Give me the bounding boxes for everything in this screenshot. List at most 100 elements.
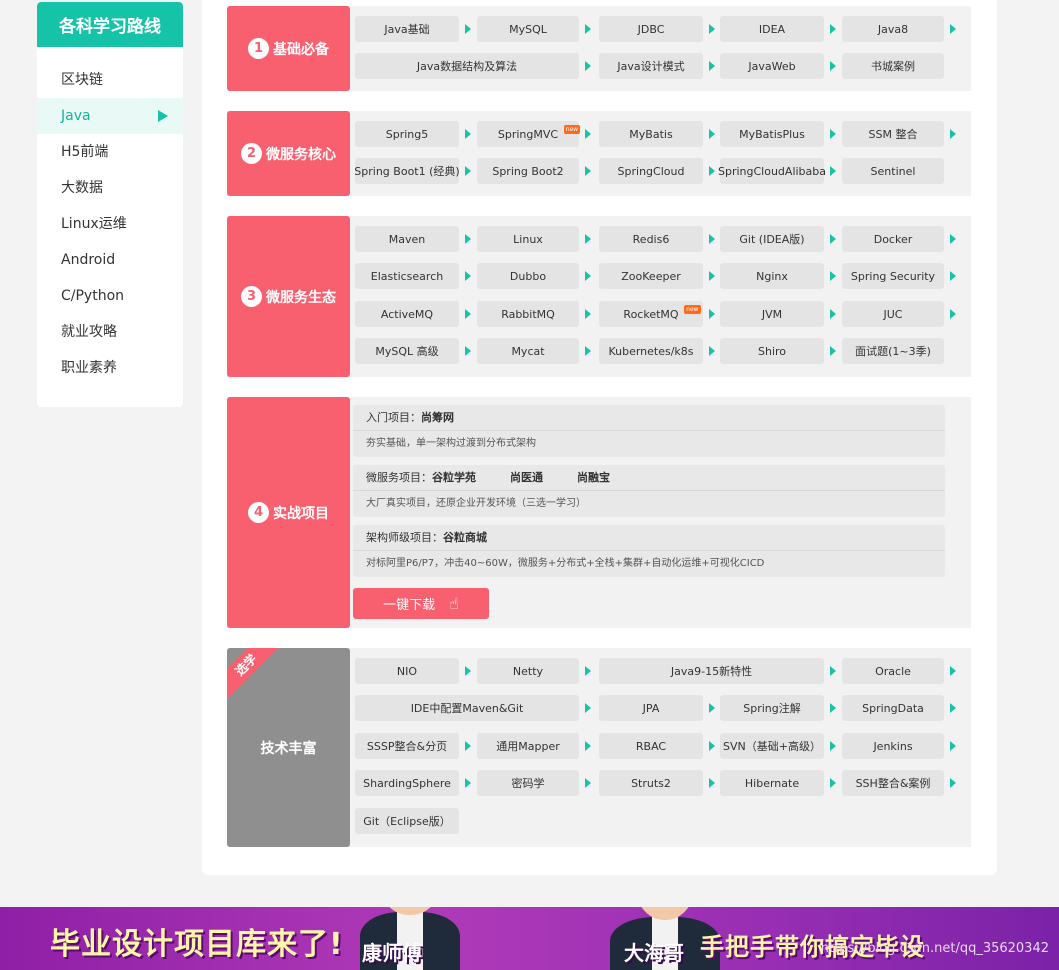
course-chip[interactable]: RocketMQ new	[599, 301, 703, 327]
chip-label: Git（Eclipse版）	[363, 815, 451, 828]
chip-label: SVN（基础+高级）	[723, 740, 821, 753]
course-chip[interactable]: Dubbo	[477, 263, 579, 289]
next-arrow-icon	[950, 129, 956, 139]
course-chip[interactable]: Sentinel	[842, 158, 944, 184]
course-chip[interactable]: Spring Boot2	[477, 158, 579, 184]
course-chip[interactable]: JDBC	[599, 16, 703, 42]
sidebar-item-quality[interactable]: 职业素养	[37, 350, 183, 386]
chip-label: Sentinel	[870, 164, 916, 178]
project-entry[interactable]: 入门项目：尚筹网 夯实基础，单一架构过渡到分布式架构	[353, 405, 945, 457]
next-arrow-icon	[585, 309, 591, 319]
course-chip[interactable]: 书城案例	[842, 53, 944, 79]
next-arrow-icon	[950, 703, 956, 713]
promo-banner[interactable]: 毕业设计项目库来了! 康师傅 大海哥 手把手带你搞定毕设 https://blo…	[0, 907, 1059, 970]
chip-label: Hibernate	[744, 776, 800, 790]
course-chip[interactable]: SpringData	[842, 695, 944, 721]
course-chip[interactable]: Spring Security	[842, 263, 944, 289]
course-chip[interactable]: IDE中配置Maven&Git	[355, 695, 579, 721]
course-chip[interactable]: JavaWeb	[720, 53, 824, 79]
next-arrow-icon	[830, 741, 836, 751]
course-chip[interactable]: MySQL 高级	[355, 338, 459, 364]
course-chip[interactable]: Hibernate	[720, 770, 824, 796]
course-chip[interactable]: Elasticsearch	[355, 263, 459, 289]
course-chip[interactable]: Java基础	[355, 16, 459, 42]
course-chip[interactable]: Kubernetes/k8s	[599, 338, 703, 364]
sidebar-item-android[interactable]: Android	[37, 242, 183, 278]
course-chip[interactable]: Netty	[477, 658, 579, 684]
section-microservice-eco: 3 微服务生态 Maven Linux Redis6 Git (IDEA版) Docke…	[227, 216, 971, 377]
course-chip[interactable]: Git (IDEA版)	[720, 226, 824, 252]
sidebar-item-blockchain[interactable]: 区块链	[37, 62, 183, 98]
next-arrow-icon	[950, 309, 956, 319]
course-chip[interactable]: Docker	[842, 226, 944, 252]
next-arrow-icon	[585, 741, 591, 751]
next-arrow-icon	[585, 346, 591, 356]
course-chip[interactable]: MyBatisPlus	[720, 121, 824, 147]
sidebar-title: 各科学习路线	[37, 2, 183, 47]
course-chip[interactable]: Mycat	[477, 338, 579, 364]
course-chip[interactable]: SVN（基础+高级）	[720, 733, 824, 759]
course-chip[interactable]: JUC	[842, 301, 944, 327]
next-arrow-icon	[585, 61, 591, 71]
course-chip[interactable]: Spring Boot1 (经典)	[354, 158, 460, 184]
chip-label: IDEA	[758, 22, 786, 36]
download-button[interactable]: 一键下载 ☝	[353, 588, 489, 619]
course-chip[interactable]: Linux	[477, 226, 579, 252]
course-chip[interactable]: RabbitMQ	[477, 301, 579, 327]
course-chip[interactable]: Oracle	[842, 658, 944, 684]
course-chip[interactable]: Redis6	[599, 226, 703, 252]
course-chip[interactable]: ActiveMQ	[355, 301, 459, 327]
course-chip[interactable]: MySQL	[477, 16, 579, 42]
next-arrow-icon	[585, 703, 591, 713]
chip-label: SSM 整合	[868, 128, 918, 141]
course-chip[interactable]: Java9-15新特性	[599, 658, 824, 684]
course-chip[interactable]: SSH整合&案例	[842, 770, 944, 796]
project-desc: 大厂真实项目，还原企业开发环境（三选一学习）	[366, 498, 586, 509]
chip-label: RocketMQ new	[623, 304, 701, 321]
course-chip[interactable]: 面试题(1~3季)	[842, 338, 944, 364]
sidebar-item-cpython[interactable]: C/Python	[37, 278, 183, 314]
course-chip[interactable]: Java数据结构及算法	[355, 53, 579, 79]
course-chip[interactable]: IDEA	[720, 16, 824, 42]
course-chip[interactable]: Spring5	[355, 121, 459, 147]
course-chip[interactable]: ZooKeeper	[599, 263, 703, 289]
course-chip[interactable]: RBAC	[599, 733, 703, 759]
course-chip[interactable]: JVM	[720, 301, 824, 327]
course-chip[interactable]: SpringCloud	[599, 158, 703, 184]
course-chip[interactable]: MyBatis	[599, 121, 703, 147]
chip-label: Struts2	[631, 776, 671, 790]
course-chip[interactable]: Shiro	[720, 338, 824, 364]
course-chip[interactable]: 密码学	[477, 770, 579, 796]
next-arrow-icon	[465, 309, 471, 319]
project-microservice[interactable]: 微服务项目：谷粒学苑 尚医通 尚融宝 大厂真实项目，还原企业开发环境（三选一学习）	[353, 465, 945, 517]
chip-label: MyBatis	[629, 127, 673, 141]
course-chip[interactable]: SSM 整合	[842, 121, 944, 147]
project-label: 架构师级项目：	[366, 531, 443, 544]
course-chip[interactable]: JPA	[599, 695, 703, 721]
course-chip[interactable]: NIO	[355, 658, 459, 684]
course-chip[interactable]: Java设计模式	[599, 53, 703, 79]
course-chip[interactable]: Git（Eclipse版）	[355, 808, 459, 834]
step-number: 2	[241, 143, 262, 164]
course-chip[interactable]: Java8	[842, 16, 944, 42]
project-title: 微服务项目：谷粒学苑 尚医通 尚融宝	[353, 465, 945, 491]
sidebar-item-linux[interactable]: Linux运维	[37, 206, 183, 242]
course-chip[interactable]: SpringMVC new	[477, 121, 581, 147]
course-chip[interactable]: SSSP整合&分页	[355, 733, 459, 759]
course-chip[interactable]: 通用Mapper	[477, 733, 579, 759]
course-chip[interactable]: Struts2	[599, 770, 703, 796]
chip-label: ShardingSphere	[363, 776, 451, 790]
course-chip[interactable]: Jenkins	[842, 733, 944, 759]
course-chip[interactable]: ShardingSphere	[355, 770, 459, 796]
course-chip[interactable]: SpringCloudAlibaba	[718, 158, 826, 184]
sidebar-item-h5[interactable]: H5前端	[37, 134, 183, 170]
sidebar-item-career[interactable]: 就业攻略	[37, 314, 183, 350]
sidebar-item-bigdata[interactable]: 大数据	[37, 170, 183, 206]
course-chip[interactable]: Nginx	[720, 263, 824, 289]
section-basics: 1 基础必备 Java基础 MySQL JDBC IDEA Java8 Java数据结构及…	[227, 6, 971, 91]
course-chip[interactable]: Spring注解	[720, 695, 824, 721]
project-architect[interactable]: 架构师级项目：谷粒商城 对标阿里P6/P7，冲击40~60W，微服务+分布式+全…	[353, 525, 945, 577]
sidebar-item-java[interactable]: Java	[37, 98, 183, 134]
course-chip[interactable]: Maven	[355, 226, 459, 252]
chip-label: NIO	[396, 664, 418, 678]
